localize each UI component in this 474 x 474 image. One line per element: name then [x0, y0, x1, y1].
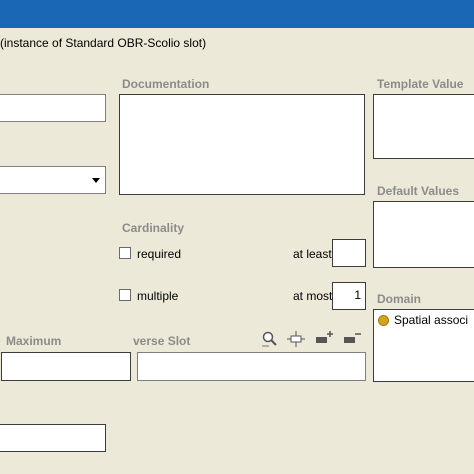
remove-icon[interactable]: [342, 329, 362, 349]
domain-list-item[interactable]: Spatial associ: [378, 313, 468, 327]
documentation-label: Documentation: [122, 77, 210, 91]
domain-item-label: Spatial associ: [394, 313, 469, 327]
dropdown-arrow-icon[interactable]: [88, 168, 104, 192]
name-field[interactable]: [0, 94, 106, 122]
required-checkbox[interactable]: [119, 247, 131, 259]
maximum-field[interactable]: [1, 352, 131, 381]
slot-editor-window: (instance of Standard OBR-Scolio slot) D…: [0, 0, 474, 474]
maximum-label: Maximum: [6, 334, 62, 348]
domain-label: Domain: [377, 292, 422, 306]
multiple-checkbox[interactable]: [119, 289, 131, 301]
title-bar: [0, 0, 474, 28]
class-icon: [378, 314, 389, 326]
default-values-label: Default Values: [377, 184, 460, 198]
slot-subtitle: (instance of Standard OBR-Scolio slot): [0, 36, 207, 50]
add-icon[interactable]: [314, 329, 334, 349]
inverse-slot-field[interactable]: [137, 352, 366, 381]
multiple-label: multiple: [137, 289, 179, 303]
cardinality-label: Cardinality: [122, 221, 185, 235]
slot-icon[interactable]: [286, 329, 306, 349]
value-type-dropdown[interactable]: [0, 166, 106, 194]
at-least-label: at least: [293, 247, 332, 261]
at-most-field[interactable]: 1: [332, 282, 366, 310]
bottom-field[interactable]: [0, 424, 106, 452]
default-values-list[interactable]: [373, 201, 474, 268]
documentation-textarea[interactable]: [119, 94, 365, 195]
at-most-label: at most: [293, 289, 333, 303]
find-icon[interactable]: [260, 329, 280, 349]
inverse-slot-label: verse Slot: [133, 334, 191, 348]
required-label: required: [137, 247, 182, 261]
template-values-label: Template Value: [377, 77, 464, 91]
at-least-field[interactable]: [332, 239, 366, 267]
template-values-list[interactable]: [373, 94, 474, 159]
